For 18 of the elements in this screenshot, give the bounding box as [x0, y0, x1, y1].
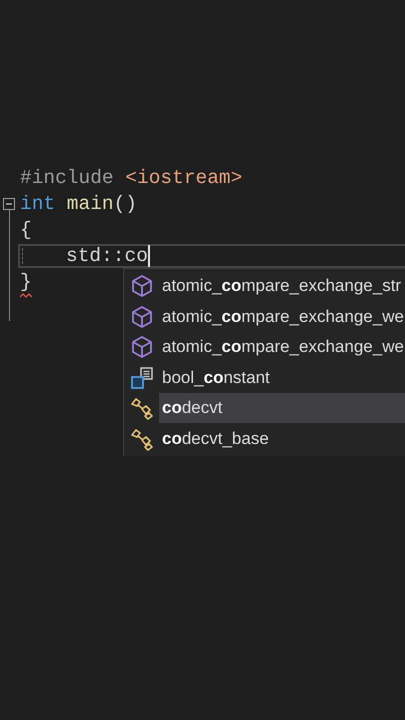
cube-icon	[130, 274, 154, 298]
cube-icon	[130, 304, 154, 329]
cube-icon	[130, 335, 154, 360]
class-icon	[130, 366, 154, 390]
fold-toggle[interactable]	[3, 198, 15, 210]
code-line: #include <iostream>	[20, 166, 242, 190]
code-line: int main()	[20, 192, 138, 216]
completion-item[interactable]: bool_constant	[159, 362, 405, 393]
code-line: }	[20, 270, 32, 294]
template-icon	[130, 426, 154, 451]
template-icon	[130, 396, 154, 420]
completion-item[interactable]: atomic_compare_exchange_we	[159, 332, 405, 362]
code-line: std::co	[66, 244, 148, 268]
completion-item[interactable]: atomic_compare_exchange_str	[159, 271, 405, 302]
code-line: {	[20, 218, 32, 242]
completion-item[interactable]: atomic_compare_exchange_we	[159, 302, 405, 332]
completion-item[interactable]: codecvt	[159, 393, 405, 424]
completion-item[interactable]: codecvt_base	[159, 424, 405, 454]
